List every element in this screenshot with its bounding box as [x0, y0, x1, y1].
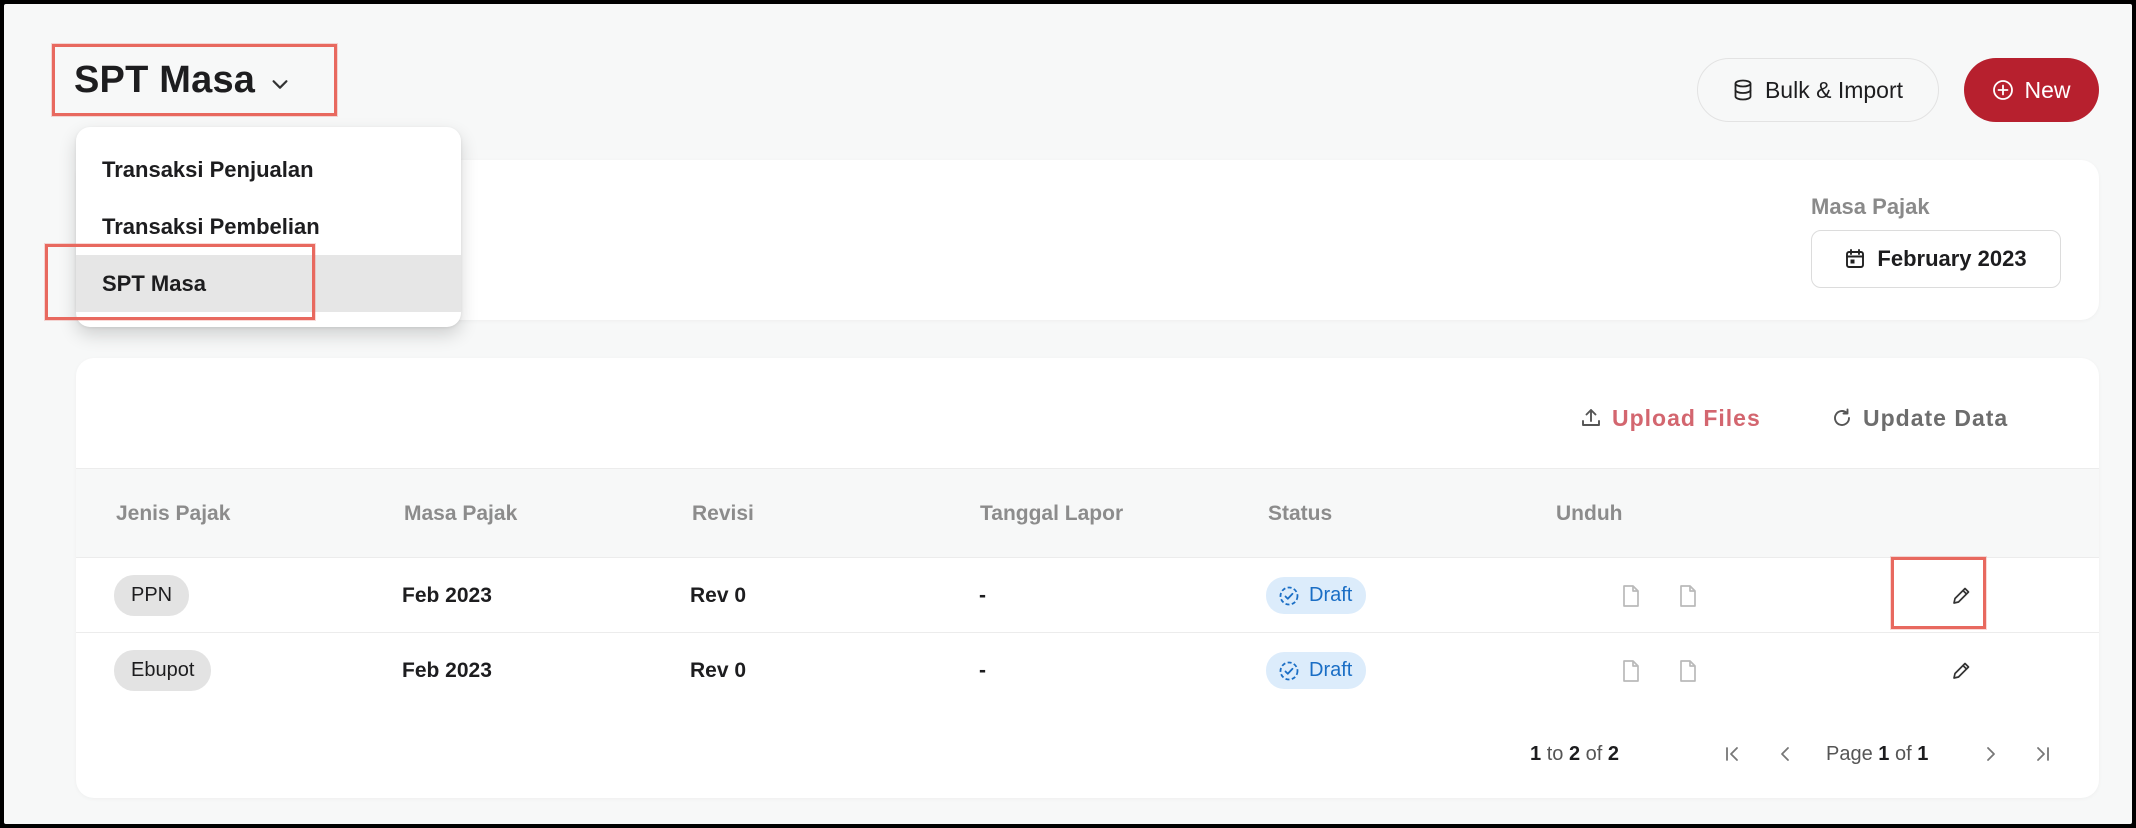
last-page-button[interactable]: [2028, 736, 2058, 772]
page-title-dropdown[interactable]: SPT Masa: [52, 44, 337, 116]
prev-page-button[interactable]: [1770, 736, 1800, 772]
bulk-import-label: Bulk & Import: [1764, 76, 1904, 103]
jenis-pajak-chip: PPN: [114, 575, 190, 616]
status-badge: Draft: [1266, 652, 1367, 689]
chevron-down-icon: [272, 80, 288, 89]
table-header: Jenis Pajak Masa Pajak Revisi Tanggal La…: [76, 468, 2099, 558]
app-frame: SPT Masa Bulk & Import New Masa Pajak Fe…: [4, 4, 2132, 824]
title-dropdown-menu: Transaksi Penjualan Transaksi Pembelian …: [76, 127, 461, 327]
pagination-page-total: 1: [1917, 742, 1929, 765]
update-data-button[interactable]: Update Data: [1831, 398, 2008, 438]
column-header-masa-pajak: Masa Pajak: [404, 502, 518, 525]
pagination-to: 2: [1568, 742, 1581, 765]
table-row: Ebupot Feb 2023 Rev 0 - Draft: [76, 633, 2099, 708]
column-header-tanggal-lapor: Tanggal Lapor: [980, 502, 1124, 525]
edit-button[interactable]: [1946, 633, 1976, 708]
bulk-import-button[interactable]: Bulk & Import: [1697, 58, 1939, 122]
menu-item-spt-masa[interactable]: SPT Masa: [76, 255, 461, 312]
first-page-icon: [1726, 747, 1738, 761]
column-header-status: Status: [1268, 502, 1333, 525]
pagination-from: 1: [1530, 742, 1542, 765]
file-icon: [1623, 584, 1639, 607]
download-file-2-button[interactable]: [1673, 558, 1703, 633]
pagination-page-current: 1: [1878, 742, 1890, 765]
draft-status-icon: [1279, 661, 1299, 680]
plus-circle-icon: [1993, 80, 2014, 100]
upload-files-label: Upload Files: [1612, 404, 1761, 431]
tanggal-lapor-cell: -: [979, 658, 986, 682]
masa-pajak-label: Masa Pajak: [1811, 194, 1930, 219]
first-page-button[interactable]: [1717, 736, 1747, 772]
menu-item-transaksi-pembelian[interactable]: Transaksi Pembelian: [76, 198, 461, 255]
pencil-icon: [1953, 662, 1970, 679]
table-row: PPN Feb 2023 Rev 0 - Draft: [76, 558, 2099, 633]
download-file-1-button[interactable]: [1616, 558, 1646, 633]
masa-pajak-date-picker[interactable]: February 2023: [1811, 230, 2061, 288]
menu-item-transaksi-penjualan[interactable]: Transaksi Penjualan: [76, 141, 461, 198]
new-label: New: [2024, 76, 2071, 103]
spt-table-card: Upload Files Update Data Jenis Pajak Mas…: [76, 358, 2099, 798]
status-label: Draft: [1309, 659, 1353, 681]
page-title: SPT Masa: [74, 58, 256, 101]
upload-icon: [1582, 409, 1600, 426]
masa-pajak-cell: Feb 2023: [402, 583, 492, 607]
pagination-total: 2: [1607, 742, 1619, 765]
edit-button[interactable]: [1946, 558, 1976, 633]
column-header-unduh: Unduh: [1556, 502, 1623, 525]
download-file-1-button[interactable]: [1616, 633, 1646, 708]
file-icon: [1623, 659, 1639, 682]
jenis-pajak-chip: Ebupot: [114, 650, 212, 691]
last-page-icon: [2037, 747, 2049, 761]
database-icon: [1734, 79, 1752, 101]
pencil-icon: [1953, 587, 1970, 604]
pagination-count: 1 to 2 of 2: [1530, 736, 1619, 772]
revisi-cell: Rev 0: [690, 658, 747, 682]
pagination-to-word: to: [1546, 742, 1564, 765]
masa-pajak-cell: Feb 2023: [402, 658, 492, 682]
draft-status-icon: [1279, 586, 1299, 605]
chevron-right-icon: [1987, 747, 1995, 761]
refresh-icon: [1834, 408, 1850, 426]
tanggal-lapor-cell: -: [979, 583, 986, 607]
column-header-revisi: Revisi: [692, 502, 754, 525]
upload-files-button[interactable]: Upload Files: [1580, 398, 1761, 438]
chevron-left-icon: [1781, 747, 1789, 761]
file-icon: [1680, 584, 1696, 607]
download-file-2-button[interactable]: [1673, 633, 1703, 708]
status-label: Draft: [1309, 584, 1353, 606]
calendar-icon: [1846, 249, 1865, 268]
file-icon: [1680, 659, 1696, 682]
pagination-of-word: of: [1585, 742, 1603, 765]
status-badge: Draft: [1266, 577, 1367, 614]
update-data-label: Update Data: [1863, 404, 2009, 431]
revisi-cell: Rev 0: [690, 583, 747, 607]
pagination-page: Page 1 of 1: [1826, 736, 1928, 772]
new-button[interactable]: New: [1964, 58, 2099, 122]
pagination-page-word: Page: [1826, 742, 1873, 765]
column-header-jenis-pajak: Jenis Pajak: [116, 502, 231, 525]
pagination-page-of-word: of: [1894, 742, 1912, 765]
next-page-button[interactable]: [1976, 736, 2006, 772]
masa-pajak-value: February 2023: [1877, 246, 2027, 271]
